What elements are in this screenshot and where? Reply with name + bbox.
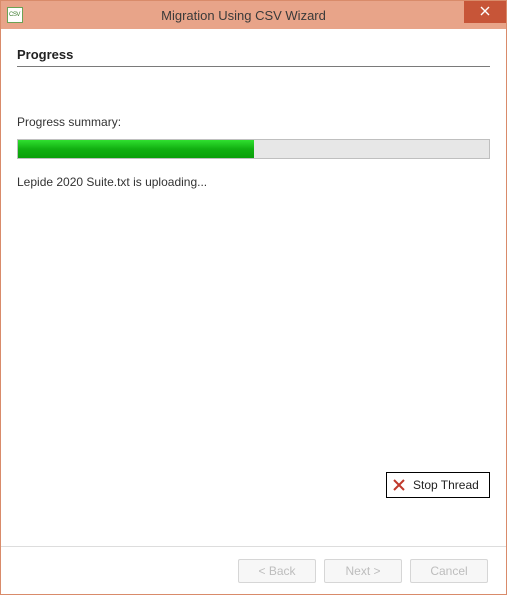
section-heading: Progress bbox=[17, 47, 490, 66]
stop-icon bbox=[393, 479, 405, 491]
cancel-button[interactable]: Cancel bbox=[410, 559, 488, 583]
wizard-footer: < Back Next > Cancel bbox=[1, 546, 506, 594]
progress-summary-label: Progress summary: bbox=[17, 115, 490, 129]
progress-bar bbox=[17, 139, 490, 159]
app-icon bbox=[7, 7, 23, 23]
close-button[interactable] bbox=[464, 1, 506, 23]
progress-status-text: Lepide 2020 Suite.txt is uploading... bbox=[17, 175, 490, 189]
stop-thread-label: Stop Thread bbox=[413, 478, 479, 492]
progress-fill bbox=[18, 140, 254, 158]
window-title: Migration Using CSV Wizard bbox=[23, 8, 464, 23]
back-button[interactable]: < Back bbox=[238, 559, 316, 583]
titlebar: Migration Using CSV Wizard bbox=[1, 1, 506, 29]
content-area: Progress Progress summary: Lepide 2020 S… bbox=[1, 29, 506, 546]
stop-thread-row: Stop Thread bbox=[386, 472, 490, 498]
stop-thread-button[interactable]: Stop Thread bbox=[386, 472, 490, 498]
close-icon bbox=[480, 5, 490, 19]
wizard-window: Migration Using CSV Wizard Progress Prog… bbox=[0, 0, 507, 595]
section-divider bbox=[17, 66, 490, 67]
next-button[interactable]: Next > bbox=[324, 559, 402, 583]
